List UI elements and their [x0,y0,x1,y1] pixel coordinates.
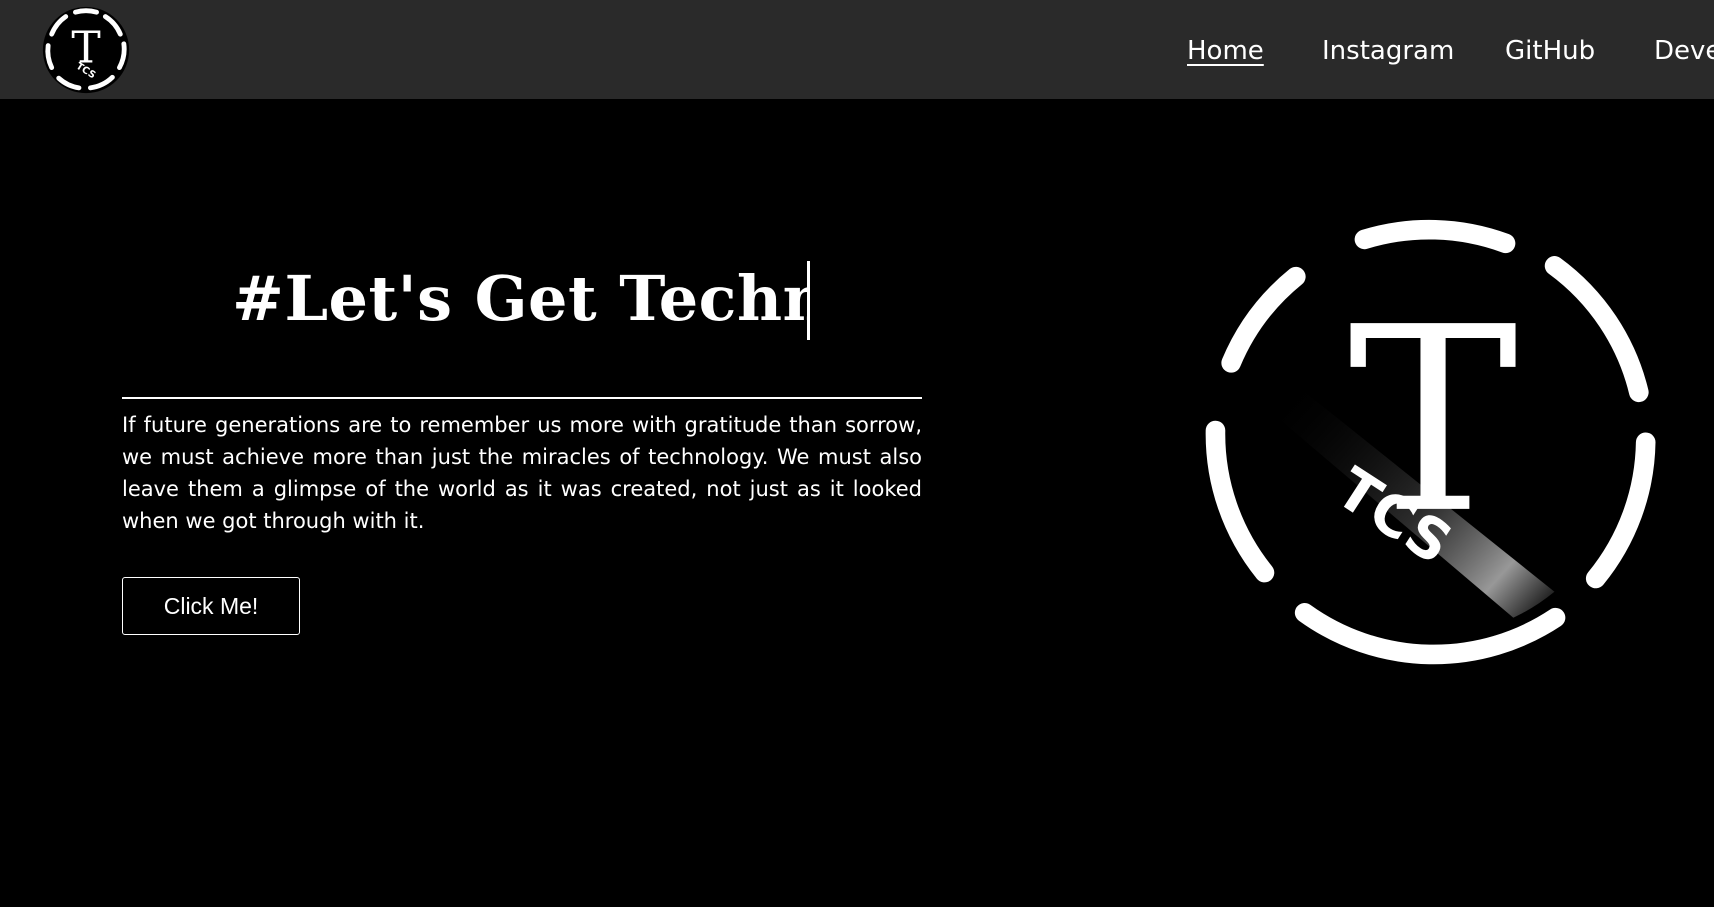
hero-title: #Let's Get Technica [232,262,810,335]
nav-link-github[interactable]: GitHub [1505,32,1595,70]
click-me-button[interactable]: Click Me! [122,577,300,635]
hero-quote: If future generations are to remember us… [122,413,922,533]
site-logo-icon[interactable]: T TCS [42,6,130,94]
hero-title-container: #Let's Get Technica [232,258,810,348]
nav-link-instagram[interactable]: Instagram [1322,32,1454,70]
navbar: T TCS Home Instagram GitHub Deve [0,0,1714,99]
divider [122,397,922,399]
hero-logo-icon: T TCS [1205,219,1656,665]
typing-caret [807,261,810,340]
nav-link-home[interactable]: Home [1187,32,1264,70]
nav-link-developer[interactable]: Deve [1654,32,1714,70]
